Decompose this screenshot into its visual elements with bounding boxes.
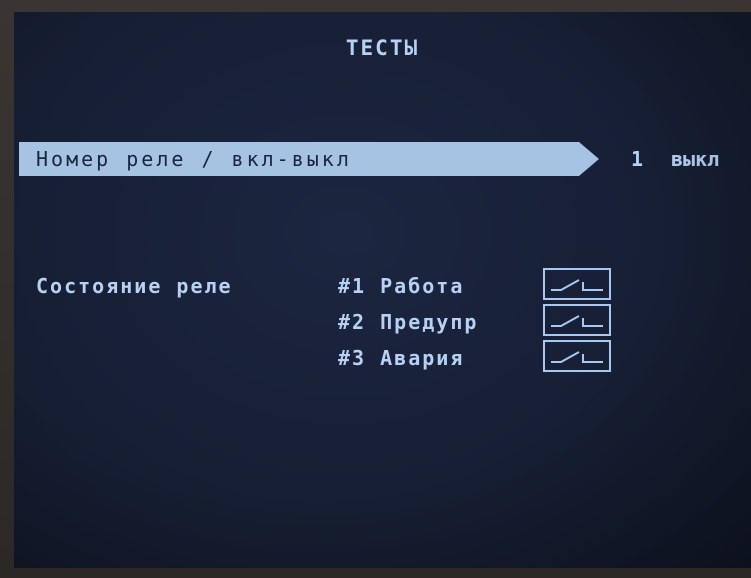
relay-state-value[interactable]: выкл (671, 147, 719, 171)
lcd-screen: ТЕСТЫ Номер реле / вкл-выкл 1 выкл Состо… (14, 12, 751, 568)
menu-row-label: Номер реле / вкл-выкл (36, 147, 352, 171)
relay-name: Предупр (380, 310, 479, 334)
relay-status-label: Состояние реле (36, 274, 233, 298)
relay-number: #1 (338, 274, 367, 298)
relay-open-switch-icon (543, 268, 611, 300)
relay-name: Авария (380, 346, 465, 370)
screen-title: ТЕСТЫ (345, 36, 420, 60)
relay-open-switch-icon (543, 340, 611, 372)
relay-item-1: #1 Работа (338, 274, 464, 298)
relay-number: #2 (338, 310, 367, 334)
relay-item-3: #3 Авария (338, 346, 464, 370)
relay-name: Работа (380, 274, 465, 298)
relay-number-value[interactable]: 1 (631, 147, 643, 171)
relay-item-2: #2 Предупр (338, 310, 478, 334)
relay-open-switch-icon (543, 304, 611, 336)
relay-number: #3 (338, 346, 367, 370)
